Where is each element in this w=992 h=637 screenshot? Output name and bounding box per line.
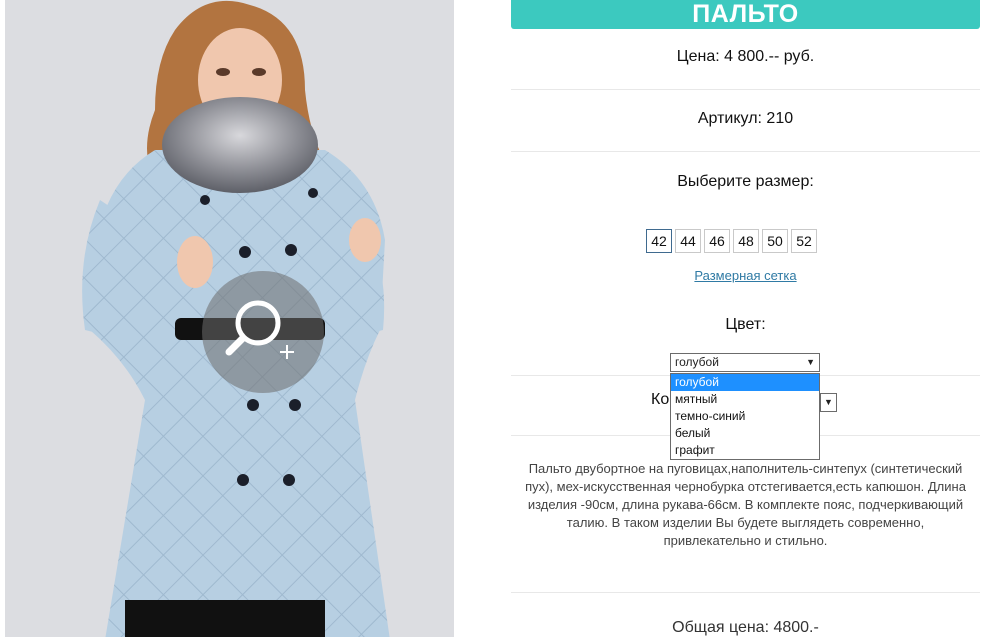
size-chart-link[interactable]: Размерная сетка — [511, 268, 980, 283]
triangle-down-icon: ▼ — [824, 397, 833, 407]
divider — [511, 89, 980, 90]
color-option-grafit[interactable]: графит — [671, 442, 819, 459]
divider — [511, 151, 980, 152]
total-price: Общая цена: 4800.- — [672, 619, 819, 636]
quantity-label: Ко — [651, 391, 670, 408]
zoom-in-magnifier-icon — [225, 300, 294, 359]
color-select[interactable]: голубой ▼ — [670, 353, 820, 372]
product-photo[interactable] — [5, 0, 454, 637]
size-option-52[interactable]: 52 — [791, 229, 817, 253]
size-prompt: Выберите размер: — [677, 173, 814, 190]
product-description: Пальто двубортное на пуговицах,наполните… — [525, 461, 966, 548]
product-price: Цена: 4 800.-- руб. — [676, 48, 815, 65]
product-title-bar: ПАЛЬТО — [511, 0, 980, 29]
color-option-myatny[interactable]: мятный — [671, 391, 819, 408]
divider — [511, 592, 980, 593]
zoom-button[interactable] — [202, 271, 324, 393]
size-option-50[interactable]: 50 — [762, 229, 788, 253]
color-option-temno-siniy[interactable]: темно-синий — [671, 408, 819, 425]
size-option-42[interactable]: 42 — [646, 229, 672, 253]
color-options-list: голубой мятный темно-синий белый графит — [670, 373, 820, 460]
size-selector: 42 44 46 48 50 52 — [646, 229, 817, 253]
color-option-goluboy[interactable]: голубой — [671, 374, 819, 391]
color-option-bely[interactable]: белый — [671, 425, 819, 442]
color-label: Цвет: — [725, 316, 766, 333]
size-option-48[interactable]: 48 — [733, 229, 759, 253]
triangle-down-icon: ▼ — [806, 357, 815, 367]
product-article: Артикул: 210 — [697, 110, 794, 127]
product-title: ПАЛЬТО — [692, 0, 799, 28]
size-option-46[interactable]: 46 — [704, 229, 730, 253]
quantity-dropdown[interactable]: ▼ — [820, 393, 837, 412]
size-option-44[interactable]: 44 — [675, 229, 701, 253]
color-select-value: голубой — [675, 355, 719, 369]
